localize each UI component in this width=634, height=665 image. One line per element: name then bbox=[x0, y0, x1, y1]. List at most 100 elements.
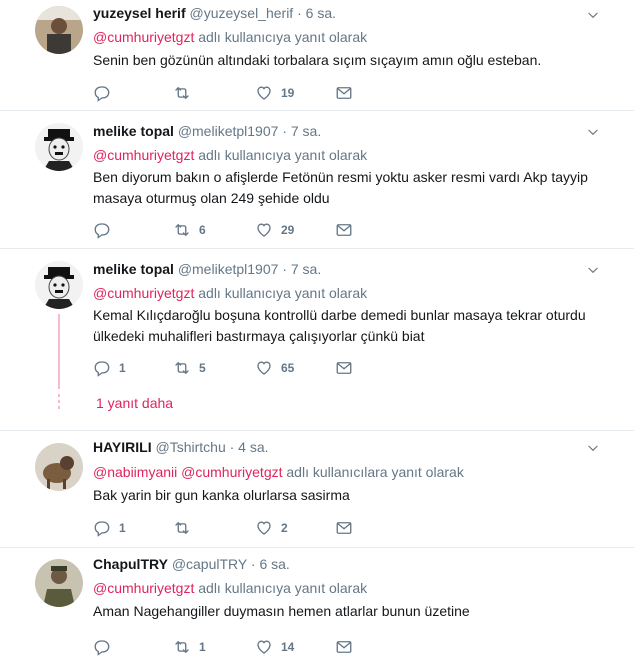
reply-to-label: adlı kullanıcılara yanıt olarak bbox=[286, 464, 464, 480]
tweet-text: Bak yarin bir gun kanka olurlarsa sasirm… bbox=[93, 487, 350, 503]
reply-mention[interactable]: @cumhuriyetgzt bbox=[93, 285, 194, 301]
reply-to-label: adlı kullanıcıya yanıt olarak bbox=[198, 580, 368, 596]
like-count: 29 bbox=[281, 223, 295, 237]
caret-down-icon[interactable] bbox=[586, 125, 600, 139]
reply-count: 1 bbox=[119, 521, 126, 535]
tweet[interactable]: ChapulTRY @capulTRY · 6 sa. @cumhuriyetg… bbox=[0, 548, 634, 665]
like-icon bbox=[255, 519, 273, 537]
tweet-text: Kemal Kılıçdaroğlu boşuna kontrollü darb… bbox=[93, 307, 586, 344]
reply-button[interactable] bbox=[93, 637, 119, 657]
like-icon bbox=[255, 359, 273, 377]
author-handle[interactable]: @capulTRY bbox=[172, 556, 247, 572]
reply-count: 1 bbox=[119, 361, 126, 375]
retweet-button[interactable] bbox=[173, 518, 199, 538]
direct-message-icon bbox=[335, 84, 353, 102]
author-name[interactable]: ChapulTRY bbox=[93, 556, 168, 572]
caret-down-icon[interactable] bbox=[586, 8, 600, 22]
tweet-text: Aman Nagehangiller duymasın hemen atlarl… bbox=[93, 603, 470, 619]
reply-icon bbox=[93, 359, 111, 377]
tweet-text: Ben diyorum bakın o afişlerde Fetönün re… bbox=[93, 169, 588, 206]
direct-message-icon bbox=[335, 221, 353, 239]
retweet-count: 6 bbox=[199, 223, 206, 237]
tweet-time[interactable]: · 4 sa. bbox=[230, 439, 269, 455]
caret-down-icon[interactable] bbox=[586, 263, 600, 277]
like-button[interactable]: 65 bbox=[255, 358, 294, 378]
reply-mention[interactable]: @cumhuriyetgzt bbox=[93, 147, 194, 163]
direct-message-button[interactable] bbox=[335, 518, 353, 538]
tweet-time[interactable]: · 6 sa. bbox=[251, 556, 290, 572]
tweet-time[interactable]: · 7 sa. bbox=[282, 123, 321, 139]
retweet-icon bbox=[173, 359, 191, 377]
reply-button[interactable] bbox=[93, 83, 119, 103]
reply-button[interactable]: 1 bbox=[93, 518, 126, 538]
author-handle[interactable]: @meliketpl1907 bbox=[178, 123, 279, 139]
reply-mention[interactable]: @nabiimyanii bbox=[93, 464, 177, 480]
tweet[interactable]: yuzeysel herif @yuzeysel_herif · 6 sa. @… bbox=[0, 0, 634, 111]
direct-message-button[interactable] bbox=[335, 220, 353, 240]
reply-icon bbox=[93, 638, 111, 656]
author-handle[interactable]: @meliketpl1907 bbox=[178, 261, 279, 277]
tweet-actions: 1 14 bbox=[93, 637, 393, 657]
like-button[interactable]: 29 bbox=[255, 220, 294, 240]
like-button[interactable]: 2 bbox=[255, 518, 288, 538]
retweet-count: 1 bbox=[199, 640, 206, 654]
reply-to-label: adlı kullanıcıya yanıt olarak bbox=[198, 285, 368, 301]
retweet-icon bbox=[173, 84, 191, 102]
tweet-actions: 1 2 bbox=[93, 518, 393, 538]
author-name[interactable]: melike topal bbox=[93, 123, 174, 139]
reply-to-label: adlı kullanıcıya yanıt olarak bbox=[198, 29, 368, 45]
avatar[interactable] bbox=[35, 261, 83, 309]
author-name[interactable]: yuzeysel herif bbox=[93, 5, 186, 21]
thread-dots bbox=[58, 394, 60, 412]
retweet-button[interactable]: 1 bbox=[173, 637, 206, 657]
author-handle[interactable]: @Tshirtchu bbox=[156, 439, 226, 455]
tweet[interactable]: melike topal @meliketpl1907 · 7 sa. @cum… bbox=[0, 111, 634, 249]
show-more-replies-link[interactable]: 1 yanıt daha bbox=[96, 395, 173, 411]
like-button[interactable]: 14 bbox=[255, 637, 294, 657]
tweet-actions: 6 29 bbox=[93, 220, 393, 240]
reply-icon bbox=[93, 519, 111, 537]
reply-button[interactable]: 1 bbox=[93, 358, 126, 378]
thread-line bbox=[58, 314, 60, 389]
avatar[interactable] bbox=[35, 123, 83, 171]
direct-message-icon bbox=[335, 359, 353, 377]
author-name[interactable]: melike topal bbox=[93, 261, 174, 277]
reply-mention[interactable]: @cumhuriyetgzt bbox=[93, 29, 194, 45]
caret-down-icon[interactable] bbox=[586, 441, 600, 455]
tweet-text: Senin ben gözünün altındaki torbalara sı… bbox=[93, 52, 542, 68]
like-count: 19 bbox=[281, 86, 295, 100]
like-button[interactable]: 19 bbox=[255, 83, 294, 103]
like-count: 65 bbox=[281, 361, 295, 375]
retweet-button[interactable] bbox=[173, 83, 199, 103]
tweet-actions: 1 5 65 bbox=[93, 358, 393, 378]
direct-message-button[interactable] bbox=[335, 83, 353, 103]
like-count: 14 bbox=[281, 640, 295, 654]
direct-message-button[interactable] bbox=[335, 637, 353, 657]
reply-button[interactable] bbox=[93, 220, 119, 240]
tweet[interactable]: HAYIRILI @Tshirtchu · 4 sa. @nabiimyanii… bbox=[0, 431, 634, 548]
reply-mention[interactable]: @cumhuriyetgzt bbox=[181, 464, 282, 480]
direct-message-button[interactable] bbox=[335, 358, 353, 378]
tweet[interactable]: melike topal @meliketpl1907 · 7 sa. @cum… bbox=[0, 249, 634, 431]
retweet-icon bbox=[173, 221, 191, 239]
tweet-time[interactable]: · 6 sa. bbox=[297, 5, 336, 21]
reply-icon bbox=[93, 84, 111, 102]
direct-message-icon bbox=[335, 519, 353, 537]
like-icon bbox=[255, 84, 273, 102]
avatar[interactable] bbox=[35, 443, 83, 491]
author-handle[interactable]: @yuzeysel_herif bbox=[190, 5, 294, 21]
retweet-button[interactable]: 5 bbox=[173, 358, 206, 378]
retweet-button[interactable]: 6 bbox=[173, 220, 206, 240]
direct-message-icon bbox=[335, 638, 353, 656]
avatar[interactable] bbox=[35, 559, 83, 607]
reply-icon bbox=[93, 221, 111, 239]
reply-mention[interactable]: @cumhuriyetgzt bbox=[93, 580, 194, 596]
retweet-icon bbox=[173, 519, 191, 537]
reply-to-label: adlı kullanıcıya yanıt olarak bbox=[198, 147, 368, 163]
retweet-icon bbox=[173, 638, 191, 656]
like-icon bbox=[255, 221, 273, 239]
author-name[interactable]: HAYIRILI bbox=[93, 439, 152, 455]
retweet-count: 5 bbox=[199, 361, 206, 375]
tweet-time[interactable]: · 7 sa. bbox=[282, 261, 321, 277]
avatar[interactable] bbox=[35, 6, 83, 54]
